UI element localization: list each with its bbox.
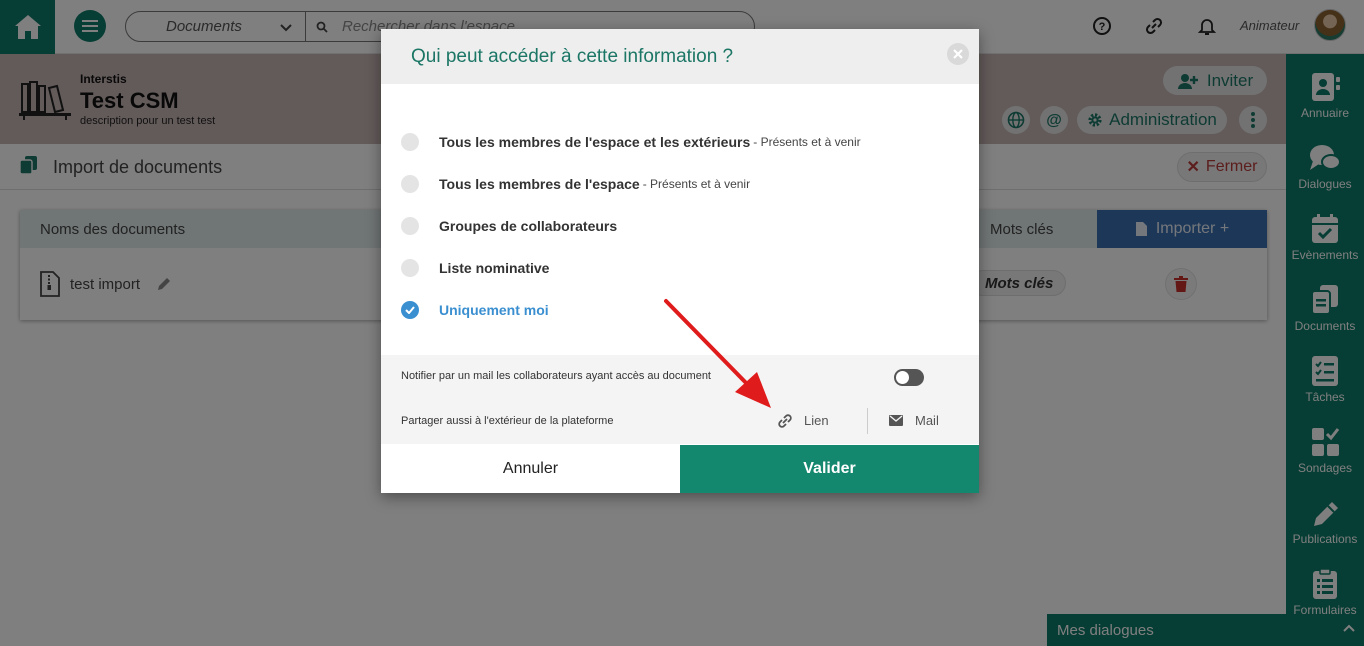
envelope-icon <box>889 415 903 426</box>
option-label: Liste nominative <box>439 260 550 276</box>
access-option-groups[interactable]: Groupes de collaborateurs <box>401 215 617 237</box>
radio-button-checked[interactable] <box>401 301 419 319</box>
option-label: Groupes de collaborateurs <box>439 218 618 234</box>
option-label: Tous les membres de l'espace <box>439 176 640 192</box>
modal-header: Qui peut accéder à cette information ? <box>381 29 979 84</box>
validate-button[interactable]: Valider <box>680 445 979 493</box>
option-label: Tous les membres de l'espace et les exté… <box>439 134 751 150</box>
option-sublabel: - Présents et à venir <box>753 135 861 149</box>
access-option-all-and-external[interactable]: Tous les membres de l'espace et les exté… <box>401 131 861 153</box>
option-sublabel: - Présents et à venir <box>642 177 751 191</box>
check-icon <box>405 306 415 314</box>
notify-label: Notifier par un mail les collaborateurs … <box>401 370 711 382</box>
share-link-label: Lien <box>804 413 829 428</box>
divider <box>867 408 868 434</box>
option-label: Uniquement moi <box>439 302 549 318</box>
share-mail-button[interactable]: Mail <box>889 413 939 428</box>
access-option-only-me[interactable]: Uniquement moi <box>401 299 549 321</box>
notify-toggle[interactable] <box>894 369 924 386</box>
modal-title: Qui peut accéder à cette information ? <box>411 46 734 67</box>
share-link-button[interactable]: Lien <box>778 413 829 428</box>
radio-button[interactable] <box>401 175 419 193</box>
modal-close-button[interactable] <box>947 43 969 65</box>
notify-section: Notifier par un mail les collaborateurs … <box>381 355 979 444</box>
share-mail-label: Mail <box>915 413 939 428</box>
link-icon <box>778 413 792 428</box>
close-icon <box>953 49 963 59</box>
radio-button[interactable] <box>401 217 419 235</box>
access-option-all-members[interactable]: Tous les membres de l'espace - Présents … <box>401 173 750 195</box>
cancel-button[interactable]: Annuler <box>381 445 680 493</box>
access-option-named-list[interactable]: Liste nominative <box>401 257 549 279</box>
radio-button[interactable] <box>401 133 419 151</box>
access-modal: Qui peut accéder à cette information ? T… <box>381 29 979 493</box>
share-label: Partager aussi à l'extérieur de la plate… <box>401 415 614 427</box>
radio-button[interactable] <box>401 259 419 277</box>
